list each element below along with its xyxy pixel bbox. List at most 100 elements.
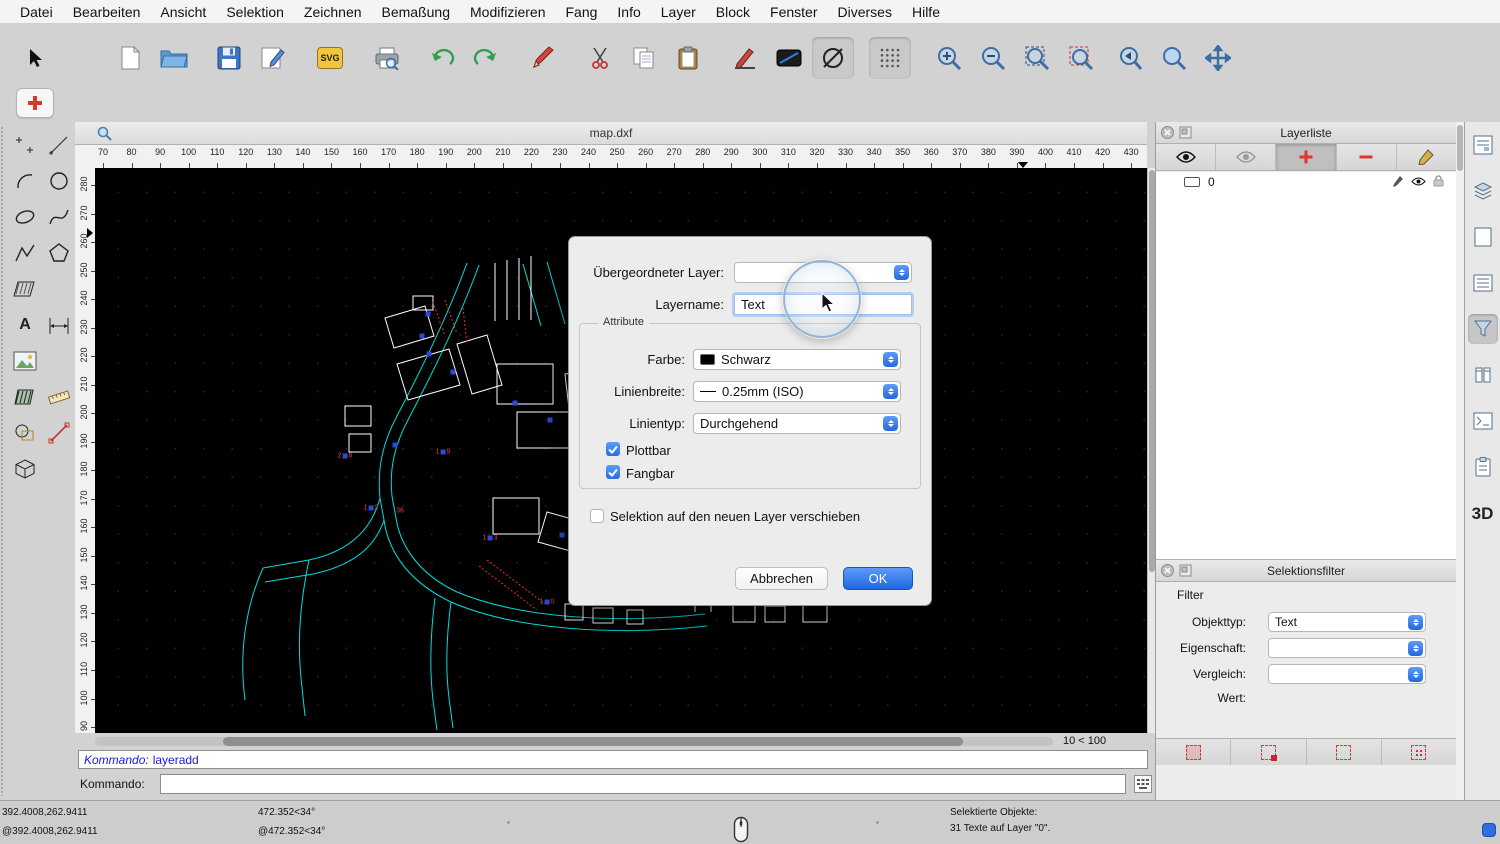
- script-shell-icon[interactable]: [1468, 406, 1498, 436]
- cancel-button[interactable]: Abbrechen: [735, 567, 828, 590]
- threed-label[interactable]: 3D: [1472, 504, 1494, 524]
- previous-view-icon[interactable]: [1109, 37, 1151, 79]
- lineweight-select[interactable]: 0.25mm (ISO): [693, 381, 901, 402]
- measure-tool-icon[interactable]: [44, 382, 74, 412]
- solid-hatch-tool-icon[interactable]: [10, 382, 40, 412]
- line-tool-icon[interactable]: [44, 130, 74, 160]
- menu-item-block[interactable]: Block: [706, 4, 760, 20]
- clipboard-panel-icon[interactable]: [1468, 452, 1498, 482]
- menu-item-selektion[interactable]: Selektion: [216, 4, 294, 20]
- auto-zoom-icon[interactable]: [1016, 37, 1058, 79]
- zoom-window-icon[interactable]: [1153, 37, 1195, 79]
- canvas-horizontal-scrollbar[interactable]: [95, 736, 1053, 746]
- redo-icon[interactable]: [465, 37, 507, 79]
- add-button[interactable]: [16, 88, 54, 118]
- menu-item-modifizieren[interactable]: Modifizieren: [460, 4, 555, 20]
- comparison-select[interactable]: [1268, 664, 1426, 684]
- image-tool-icon[interactable]: [10, 346, 40, 376]
- filter-select-corner-icon[interactable]: [1231, 739, 1307, 765]
- selection-filter-panel-icon[interactable]: [1467, 314, 1498, 344]
- color-select[interactable]: Schwarz: [693, 349, 901, 370]
- copy-icon[interactable]: [623, 37, 665, 79]
- move-selection-checkbox[interactable]: [590, 509, 604, 523]
- point-tool-icon[interactable]: [10, 130, 40, 160]
- panel-scrollbar[interactable]: [1456, 122, 1464, 800]
- command-options-button[interactable]: [1134, 775, 1152, 793]
- open-file-icon[interactable]: [153, 37, 195, 79]
- hatch-tool-icon[interactable]: [10, 274, 40, 304]
- cut-icon[interactable]: [579, 37, 621, 79]
- filter-select-filled-icon[interactable]: [1156, 739, 1232, 765]
- zoom-in-icon[interactable]: [928, 37, 970, 79]
- layer-row[interactable]: 0: [1156, 172, 1456, 192]
- detach-panel-icon[interactable]: [1179, 564, 1192, 580]
- text-tool-icon[interactable]: A: [10, 310, 40, 340]
- filter-select-outline-icon[interactable]: [1307, 739, 1382, 765]
- menu-item-fenster[interactable]: Fenster: [760, 4, 827, 20]
- print-preview-icon[interactable]: [366, 37, 408, 79]
- layer-edit-icon[interactable]: [1392, 175, 1404, 190]
- linetype-select[interactable]: Durchgehend: [693, 413, 901, 434]
- annotate-pen-icon[interactable]: [724, 37, 766, 79]
- remove-layer-icon[interactable]: [1337, 144, 1397, 170]
- grid-toggle-icon[interactable]: [869, 37, 911, 79]
- svg-export-icon[interactable]: SVG: [309, 37, 351, 79]
- new-file-icon[interactable]: [109, 37, 151, 79]
- draw-pen-icon[interactable]: [522, 37, 564, 79]
- filter-select-dots-icon[interactable]: [1382, 739, 1456, 765]
- arc-tool-icon[interactable]: [10, 166, 40, 196]
- menu-item-fang[interactable]: Fang: [555, 4, 607, 20]
- menu-item-zeichnen[interactable]: Zeichnen: [294, 4, 372, 20]
- menu-item-diverses[interactable]: Diverses: [828, 4, 902, 20]
- layer-lock-icon[interactable]: [1433, 174, 1444, 190]
- line-settings-icon[interactable]: [768, 37, 810, 79]
- pan-icon[interactable]: [1197, 37, 1239, 79]
- select-cursor-icon[interactable]: [14, 37, 56, 79]
- hide-all-layers-icon[interactable]: [1216, 144, 1277, 170]
- menu-item-ansicht[interactable]: Ansicht: [150, 4, 216, 20]
- close-panel-icon[interactable]: [1161, 564, 1174, 580]
- edit-preferences-icon[interactable]: [252, 37, 294, 79]
- menu-item-info[interactable]: Info: [607, 4, 650, 20]
- edit-layer-icon[interactable]: [1397, 144, 1456, 170]
- menu-item-datei[interactable]: Datei: [10, 4, 63, 20]
- zoom-out-icon[interactable]: [972, 37, 1014, 79]
- property-editor-icon[interactable]: [1468, 130, 1498, 160]
- menu-item-bearbeiten[interactable]: Bearbeiten: [63, 4, 151, 20]
- object-type-select[interactable]: Text: [1268, 612, 1426, 632]
- layer-visible-icon[interactable]: [1411, 175, 1426, 189]
- view-list-icon[interactable]: [1468, 268, 1498, 298]
- menu-item-bemaung[interactable]: Bemaßung: [372, 4, 460, 20]
- solid-tool-icon[interactable]: [10, 454, 40, 484]
- polyline-tool-icon[interactable]: [10, 238, 40, 268]
- spline-tool-icon[interactable]: [44, 202, 74, 232]
- add-layer-icon[interactable]: [1276, 144, 1337, 170]
- polygon-tool-icon[interactable]: [44, 238, 74, 268]
- shape-tool-icon[interactable]: [10, 418, 40, 448]
- block-panel-icon[interactable]: [1468, 222, 1498, 252]
- dimension-tool-icon[interactable]: [44, 310, 74, 340]
- show-all-layers-icon[interactable]: [1156, 144, 1217, 170]
- plottable-checkbox[interactable]: [606, 442, 620, 456]
- save-icon[interactable]: [208, 37, 250, 79]
- command-input[interactable]: [160, 774, 1126, 794]
- close-panel-icon[interactable]: [1161, 126, 1174, 142]
- modify-tool-icon[interactable]: [44, 418, 74, 448]
- library-browser-icon[interactable]: [1468, 360, 1498, 390]
- view-magnifier-icon[interactable]: [97, 126, 113, 145]
- menu-item-hilfe[interactable]: Hilfe: [902, 4, 950, 20]
- ellipse-tool-icon[interactable]: [10, 202, 40, 232]
- ok-button[interactable]: OK: [843, 567, 913, 590]
- menu-item-layer[interactable]: Layer: [651, 4, 706, 20]
- circle-tool-icon[interactable]: [44, 166, 74, 196]
- snappable-checkbox[interactable]: [606, 465, 620, 479]
- status-widget-button[interactable]: [1482, 823, 1496, 837]
- disable-fill-icon[interactable]: [812, 37, 854, 79]
- paste-icon[interactable]: [667, 37, 709, 79]
- layer-panel-icon[interactable]: [1468, 176, 1498, 206]
- detach-panel-icon[interactable]: [1179, 126, 1192, 142]
- property-select[interactable]: [1268, 638, 1426, 658]
- canvas-vertical-scrollbar[interactable]: [1147, 168, 1155, 733]
- undo-icon[interactable]: [421, 37, 463, 79]
- zoom-selection-icon[interactable]: [1060, 37, 1102, 79]
